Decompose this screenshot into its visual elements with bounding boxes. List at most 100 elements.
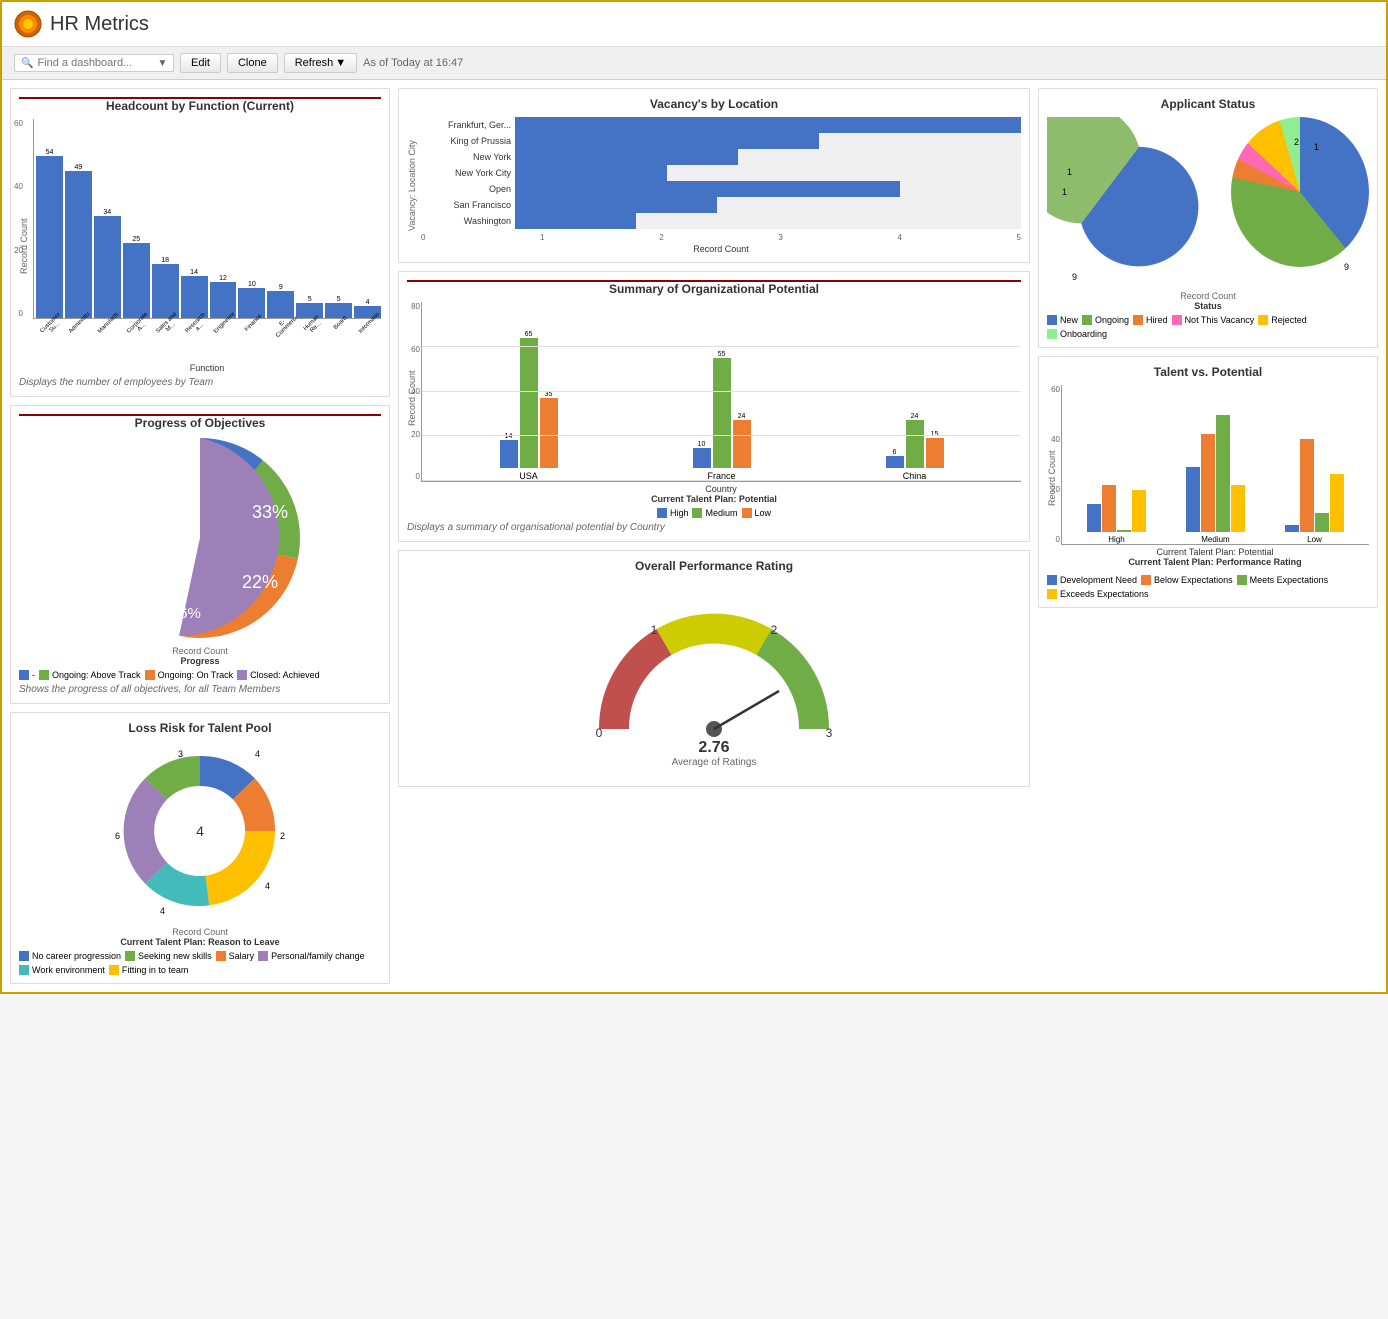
org-usa-medium: 65 bbox=[520, 331, 538, 468]
talent-medium-bars bbox=[1186, 415, 1245, 532]
org-bars-area: 806040200 bbox=[421, 302, 1021, 482]
bar-sales: 18 bbox=[152, 257, 179, 318]
legend-on-track-label: Ongoing: On Track bbox=[158, 670, 234, 680]
vacancy-row-sf: San Francisco bbox=[421, 197, 1021, 213]
legend-hired: Hired bbox=[1133, 315, 1168, 325]
applicant-status-label: Status bbox=[1047, 301, 1369, 311]
vacancy-bar-open bbox=[515, 181, 1021, 197]
org-usa-medium-bar bbox=[520, 338, 538, 468]
label-4-right: 4 bbox=[265, 881, 270, 891]
legend-no-career: No career progression bbox=[19, 951, 121, 961]
applicant-legend: New Ongoing Hired Not This Vacancy Rejec… bbox=[1047, 315, 1369, 339]
svg-text:39%: 39% bbox=[132, 532, 168, 552]
loss-risk-widget: Loss Risk for Talent Pool bbox=[10, 712, 390, 984]
label-onboard-1: 1 bbox=[1062, 187, 1067, 197]
refresh-button[interactable]: Refresh ▼ bbox=[284, 53, 357, 73]
org-legend-low-color bbox=[742, 508, 752, 518]
vacancy-fill-ny bbox=[515, 149, 738, 165]
legend-salary: Salary bbox=[216, 951, 255, 961]
search-input[interactable] bbox=[37, 57, 157, 69]
headcount-bar-groups: 54 49 34 25 bbox=[36, 123, 381, 318]
talent-legend-exceeds: Exceeds Expectations bbox=[1047, 589, 1149, 599]
org-china-low-bar bbox=[926, 438, 944, 468]
vacancy-row-open: Open bbox=[421, 181, 1021, 197]
headcount-chart: 6040200 54 49 bbox=[33, 119, 381, 373]
talent-x-label: Current Talent Plan: Potential bbox=[1061, 547, 1369, 557]
bar-corp-fill bbox=[123, 243, 150, 318]
legend-achieved-color bbox=[237, 670, 247, 680]
label-4-bottom: 4 bbox=[160, 906, 165, 916]
loss-risk-reason-label: Current Talent Plan: Reason to Leave bbox=[19, 937, 381, 947]
header: HR Metrics bbox=[2, 2, 1386, 47]
label-3: 3 bbox=[178, 749, 183, 759]
legend-rejected-label: Rejected bbox=[1271, 315, 1307, 325]
org-legend-low: Low bbox=[742, 508, 772, 518]
applicant-labels: 2 1 1 1 9 9 bbox=[1047, 132, 1369, 287]
org-usa-label: USA bbox=[519, 471, 538, 481]
org-y-ticks: 806040200 bbox=[411, 302, 420, 481]
headcount-y-ticks: 6040200 bbox=[14, 119, 23, 318]
vacancy-fill-open bbox=[515, 181, 900, 197]
talent-medium-dev bbox=[1186, 467, 1200, 532]
talent-low-dev bbox=[1285, 525, 1299, 532]
talent-legend-dev-color bbox=[1047, 575, 1057, 585]
vacancies-chart-area: Vacancy: Location City Frankfurt, Ger...… bbox=[407, 117, 1021, 254]
org-legend: High Medium Low bbox=[407, 508, 1021, 518]
performance-widget: Overall Performance Rating 0 1 2 3 bbox=[398, 550, 1030, 787]
talent-legend-meets: Meets Expectations bbox=[1237, 575, 1329, 585]
legend-onboarding: Onboarding bbox=[1047, 329, 1107, 339]
org-china: 6 24 15 bbox=[886, 413, 944, 481]
talent-chart-area: Record Count 6040200 bbox=[1047, 385, 1369, 571]
label-new-9: 9 bbox=[1344, 262, 1349, 272]
legend-rejected: Rejected bbox=[1258, 315, 1307, 325]
headcount-section: Headcount by Function (Current) bbox=[19, 97, 381, 113]
org-potential-title: Summary of Organizational Potential bbox=[407, 282, 1021, 296]
loss-risk-svg: 4 bbox=[110, 741, 290, 921]
org-china-bars: 6 24 15 bbox=[886, 413, 944, 468]
org-potential-axis-label: Current Talent Plan: Potential bbox=[407, 494, 1021, 504]
bar-sales-fill bbox=[152, 264, 179, 318]
org-potential-chart-area: Record Count 806040200 bbox=[407, 302, 1021, 494]
org-legend-high-label: High bbox=[670, 508, 689, 518]
svg-text:33%: 33% bbox=[252, 502, 288, 522]
headcount-widget: Headcount by Function (Current) Record C… bbox=[10, 88, 390, 397]
org-france: 10 55 24 bbox=[693, 351, 751, 481]
toolbar: 🔍 ▼ Edit Clone Refresh ▼ As of Today at … bbox=[2, 47, 1386, 80]
edit-button[interactable]: Edit bbox=[180, 53, 221, 73]
loss-risk-donut-area: 4 3 4 2 4 4 6 bbox=[19, 741, 381, 921]
talent-high-dev bbox=[1087, 504, 1101, 532]
org-china-high: 6 bbox=[886, 449, 904, 468]
legend-achieved: Closed: Achieved bbox=[237, 670, 320, 680]
vacancy-fill-sf bbox=[515, 197, 717, 213]
svg-text:1: 1 bbox=[651, 623, 658, 637]
label-rejected-2: 2 bbox=[1294, 137, 1299, 147]
talent-bars-area: 6040200 High bbox=[1061, 385, 1369, 545]
org-china-medium: 24 bbox=[906, 413, 924, 468]
legend-work-env-label: Work environment bbox=[32, 965, 105, 975]
bar-mfg-fill bbox=[94, 216, 121, 318]
search-dropdown-arrow[interactable]: ▼ bbox=[157, 58, 167, 69]
loss-risk-title: Loss Risk for Talent Pool bbox=[19, 721, 381, 735]
org-france-high-bar bbox=[693, 448, 711, 468]
loss-risk-donut: 4 3 4 2 4 4 6 bbox=[110, 741, 290, 921]
search-box[interactable]: 🔍 ▼ bbox=[14, 54, 174, 72]
legend-on-track-color bbox=[145, 670, 155, 680]
talent-chart: 6040200 High bbox=[1061, 385, 1369, 571]
legend-dash-label: - bbox=[32, 670, 35, 680]
page-title: HR Metrics bbox=[50, 13, 149, 36]
svg-text:6%: 6% bbox=[179, 605, 201, 622]
clone-button[interactable]: Clone bbox=[227, 53, 278, 73]
performance-title: Overall Performance Rating bbox=[407, 559, 1021, 573]
vacancy-row-wash: Washington bbox=[421, 213, 1021, 229]
vacancy-label-ny: New York bbox=[421, 152, 511, 162]
refresh-dropdown-arrow[interactable]: ▼ bbox=[335, 57, 346, 69]
org-legend-medium-label: Medium bbox=[705, 508, 737, 518]
talent-legend-meets-label: Meets Expectations bbox=[1250, 575, 1329, 585]
talent-y-ticks: 6040200 bbox=[1051, 385, 1060, 544]
gauge-value: 2.76 bbox=[698, 739, 729, 757]
vacancy-fill-nyc bbox=[515, 165, 667, 181]
bar-admin-fill bbox=[65, 171, 92, 318]
objectives-record-count-label: Record Count bbox=[19, 646, 381, 656]
legend-above-track-color bbox=[39, 670, 49, 680]
org-usa-low-bar bbox=[540, 398, 558, 468]
